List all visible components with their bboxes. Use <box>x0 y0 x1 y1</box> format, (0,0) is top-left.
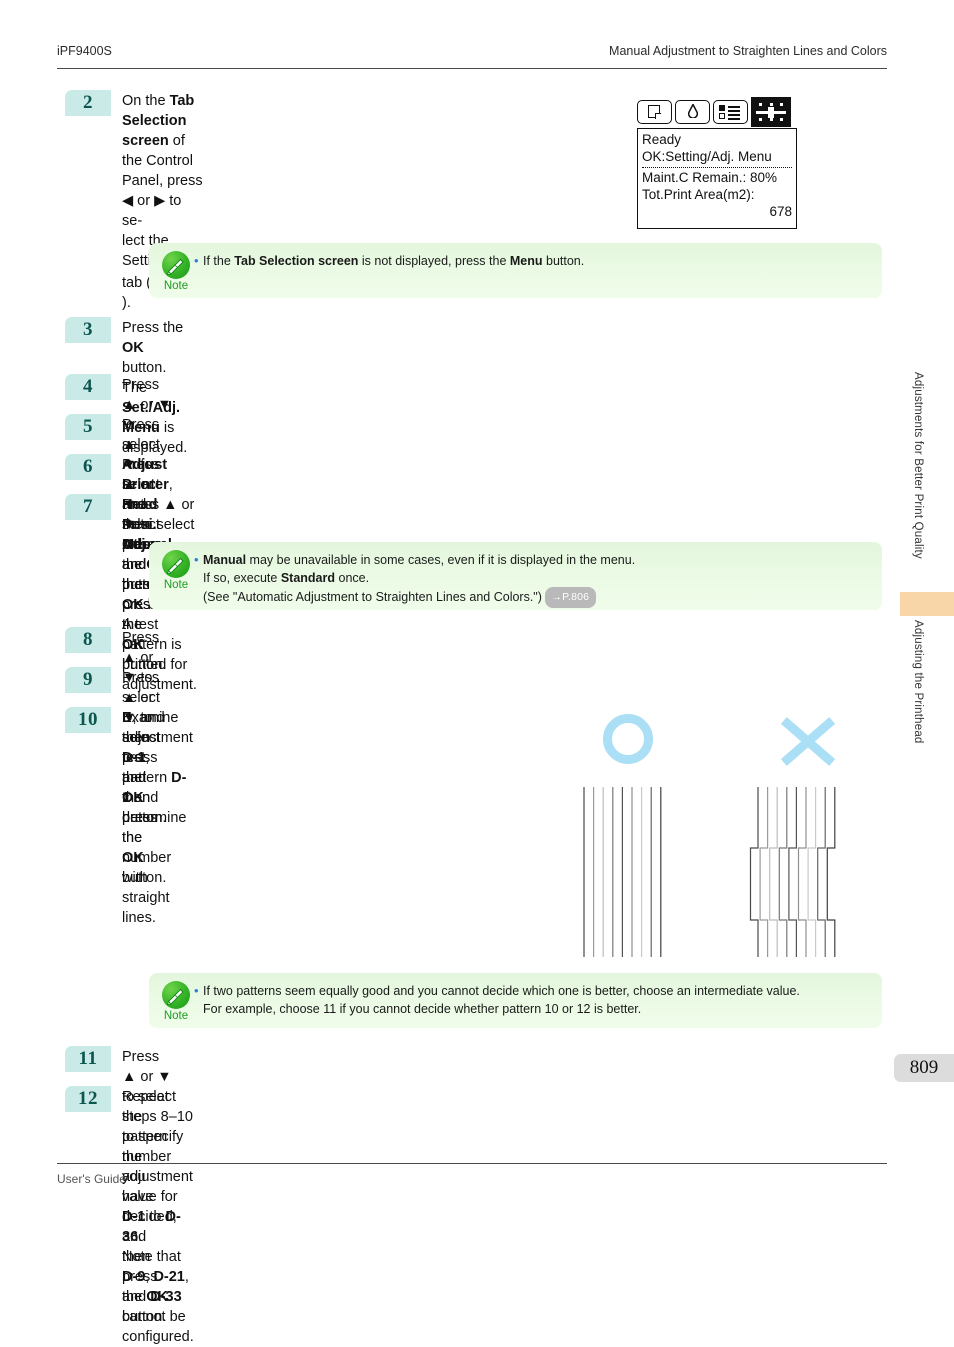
pencil-icon <box>162 981 190 1009</box>
pencil-icon <box>162 251 190 279</box>
note-label: Note <box>163 1010 189 1022</box>
paper-tab-icon <box>637 100 672 124</box>
pattern-line <box>788 787 797 957</box>
pattern-line <box>778 787 788 957</box>
lcd-line-area: Tot.Print Area(m2): <box>642 187 755 202</box>
lcd-line-maint: Maint.C Remain.: 80% <box>642 170 778 185</box>
sidebar-section-tab: Adjusting the Printhead <box>912 620 924 744</box>
pattern-lines-svg <box>583 787 836 957</box>
lcd-tab-row <box>637 97 797 127</box>
note-box: Note • Manual may be unavailable in some c… <box>149 542 882 610</box>
step-number-badge: 10 <box>65 707 111 733</box>
note-label: Note <box>163 579 189 591</box>
page-number-chip: 809 <box>894 1054 954 1082</box>
lcd-line-status: Ready <box>642 132 682 147</box>
pattern-line <box>826 787 836 957</box>
note-text: • If the Tab Selection screen is not disp… <box>194 252 872 270</box>
note-text-line: For example, choose 11 if you cannot dec… <box>203 1002 642 1016</box>
step-text: Repeat steps 8–10 to specify the adjustm… <box>122 1087 194 1347</box>
step-text-line: Press the OK button. <box>122 320 184 376</box>
note-text: • Manual may be unavailable in some cases… <box>194 551 872 608</box>
note-label: Note <box>163 280 189 292</box>
pattern-line <box>817 787 826 957</box>
step-number-badge: 12 <box>65 1086 111 1112</box>
footer-label: User's Guide <box>57 1172 126 1186</box>
job-tab-icon <box>713 100 748 124</box>
sidebar-chapter-tab: Adjustments for Better Print Quality <box>912 372 924 559</box>
step-number-badge: 8 <box>65 627 111 653</box>
note-text: • If two patterns seem equally good and y… <box>194 982 872 1018</box>
note-icon: Note <box>158 550 194 591</box>
lcd-line-menu-hint: OK:Setting/Adj. Menu <box>642 149 772 164</box>
footer-divider <box>57 1163 887 1164</box>
note-text-line: • If two patterns seem equally good and y… <box>194 983 800 998</box>
step-number-badge: 11 <box>65 1046 111 1072</box>
test-pattern-illustration <box>578 705 863 960</box>
pattern-line <box>749 787 759 957</box>
step-number-badge: 4 <box>65 374 111 400</box>
note-box: Note • If two patterns seem equally good a… <box>149 973 882 1028</box>
note-bullet: • <box>194 552 199 567</box>
control-panel-display: Ready OK:Setting/Adj. Menu Maint.C Remai… <box>637 97 797 229</box>
step-text: Examine adjustment test pattern D-1 and … <box>122 708 193 928</box>
running-head-product: iPF9400S <box>57 44 112 58</box>
note-text-line: • If the Tab Selection screen is not disp… <box>194 253 585 268</box>
note-box: Note • If the Tab Selection screen is not … <box>149 243 882 298</box>
note-text-line: • Manual may be unavailable in some cases… <box>194 552 636 567</box>
step-text-line: Repeat steps 8–10 to specify the adjustm… <box>122 1089 193 1245</box>
running-head: iPF9400S Manual Adjustment to Straighten… <box>57 44 887 68</box>
note-bullet: • <box>194 983 199 998</box>
note-text-line: If so, execute Standard once. <box>203 571 370 585</box>
document-page: iPF9400S Manual Adjustment to Straighten… <box>0 0 954 1345</box>
sidebar-section-marker <box>900 592 954 616</box>
lcd-line-area-value: 678 <box>769 204 792 219</box>
lcd-screen: Ready OK:Setting/Adj. Menu Maint.C Remai… <box>637 128 797 229</box>
running-head-title: Manual Adjustment to Straighten Lines an… <box>609 44 887 58</box>
pattern-line <box>807 787 817 957</box>
bad-pattern-lines <box>749 787 836 957</box>
pencil-icon <box>162 550 190 578</box>
step-text-line: with straight lines. <box>122 870 170 926</box>
step-number-badge: 2 <box>65 90 111 116</box>
pattern-line <box>759 787 769 957</box>
pattern-line <box>797 787 807 957</box>
note-icon: Note <box>158 981 194 1022</box>
lcd-divider <box>642 167 792 168</box>
step-number-badge: 9 <box>65 667 111 693</box>
cross-mark-icon <box>776 715 836 767</box>
step-number-badge: 3 <box>65 317 111 343</box>
good-pattern-lines <box>583 787 662 957</box>
step-number-badge: 6 <box>65 454 111 480</box>
note-bullet: • <box>194 253 199 268</box>
header-divider <box>57 68 887 69</box>
pattern-line <box>769 787 778 957</box>
ink-tab-icon <box>675 100 710 124</box>
settings-adj-tab-icon-selected <box>751 97 791 127</box>
step-number-badge: 5 <box>65 414 111 440</box>
step-text-line: Examine adjustment test pattern D-1 and … <box>122 710 193 866</box>
note-icon: Note <box>158 251 194 292</box>
page-reference-badge[interactable]: →P.806 <box>545 587 597 608</box>
step-text-line: Note that D-9, D-21, and D-33 cannot be … <box>122 1249 194 1345</box>
circle-mark-icon <box>603 714 653 764</box>
step-number-badge: 7 <box>65 494 111 520</box>
note-text-line: (See "Automatic Adjustment to Straighten… <box>203 587 872 608</box>
ink-drop-glyph <box>687 104 698 118</box>
step-text-line: On the Tab Selection screen of the Contr… <box>122 93 203 229</box>
